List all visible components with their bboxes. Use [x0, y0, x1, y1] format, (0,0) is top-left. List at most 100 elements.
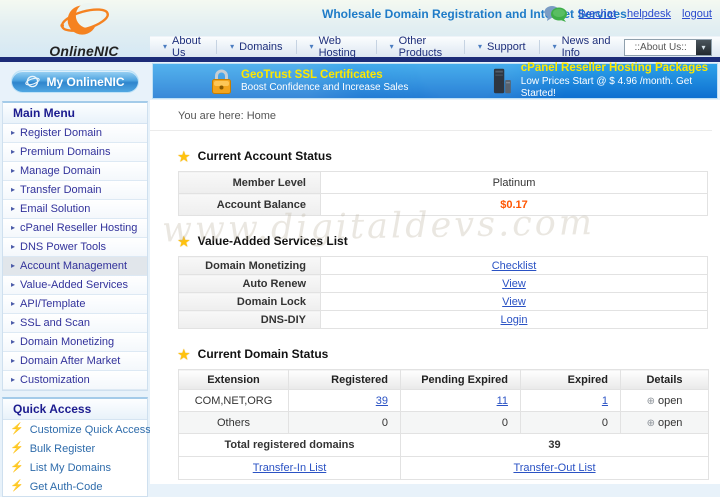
expired-count-link[interactable]: 1	[602, 395, 608, 407]
chevron-down-icon[interactable]: ▾	[696, 40, 711, 55]
nav-item-news[interactable]: ▾ News and Info	[539, 40, 625, 54]
domain-lock-view-link[interactable]: View	[502, 296, 526, 308]
transfer-in-list-link[interactable]: Transfer-In List	[253, 462, 327, 474]
chevron-down-icon: ▾	[553, 43, 557, 51]
main-menu: Main Menu ▸Register Domain ▸Premium Doma…	[2, 101, 148, 391]
geotrust-ssl-banner[interactable]: GeoTrust SSL Certificates Boost Confiden…	[153, 64, 435, 98]
table-row: COM,NET,ORG 39 11 1 ⊕open	[179, 390, 709, 412]
arrow-right-icon: ▸	[11, 205, 15, 213]
sidebar-item-bulk-register[interactable]: ⚡Bulk Register	[3, 439, 147, 458]
logo[interactable]: OnlineNIC	[28, 1, 140, 59]
quick-access: Quick Access ⚡Customize Quick Access ⚡Bu…	[2, 397, 148, 497]
about-us-dropdown[interactable]: ::About Us:: ▾	[624, 39, 712, 56]
top-links: livechat helpdesk logout	[544, 5, 712, 22]
extension-cell: Others	[179, 412, 289, 434]
sidebar-item-register-domain[interactable]: ▸Register Domain	[3, 124, 147, 143]
open-icon: ⊕	[647, 418, 655, 429]
sidebar-item-list-my-domains[interactable]: ⚡List My Domains	[3, 458, 147, 477]
breadcrumb: You are here: Home	[150, 100, 712, 131]
sidebar-item-value-added-services[interactable]: ▸ Value-Added Services	[3, 276, 147, 295]
sidebar-item-label: DNS Power Tools	[20, 241, 106, 253]
chevron-down-icon: ▾	[310, 43, 314, 51]
account-status-heading: ★ Current Account Status	[178, 149, 720, 163]
nav-item-about-us[interactable]: ▾ About Us	[150, 40, 216, 54]
sidebar-item-domain-monetizing[interactable]: ▸Domain Monetizing	[3, 333, 147, 352]
domain-status-table: Extension Registered Pending Expired Exp…	[178, 369, 709, 480]
chevron-down-icon: ▾	[478, 43, 482, 51]
arrow-right-icon: ▸	[11, 186, 15, 194]
server-icon	[493, 67, 512, 95]
sidebar-item-customize-quick-access[interactable]: ⚡Customize Quick Access	[3, 420, 147, 439]
total-row: Total registered domains 39	[179, 434, 709, 457]
sidebar-item-domain-after-market[interactable]: ▸Domain After Market	[3, 352, 147, 371]
row-label: Member Level	[179, 172, 321, 194]
cpanel-hosting-banner[interactable]: cPanel Reseller Hosting Packages Low Pri…	[435, 64, 717, 98]
sidebar-item-label: Value-Added Services	[20, 279, 128, 291]
details-open-button[interactable]: ⊕open	[621, 412, 709, 434]
sidebar: My OnlineNIC Main Menu ▸Register Domain …	[2, 63, 148, 484]
dns-diy-login-link[interactable]: Login	[501, 314, 528, 326]
helpdesk-link[interactable]: helpdesk	[627, 8, 671, 20]
sidebar-item-label: Bulk Register	[30, 443, 95, 455]
livechat-link[interactable]: livechat	[579, 8, 616, 20]
sidebar-item-label: cPanel Reseller Hosting	[20, 222, 137, 234]
pending-expired-count-link[interactable]: 11	[497, 395, 508, 407]
domain-status-heading: ★ Current Domain Status	[178, 347, 720, 361]
sidebar-item-label: Manage Domain	[20, 165, 101, 177]
sidebar-item-premium-domains[interactable]: ▸ Premium Domains	[3, 143, 147, 162]
nav-item-other-products[interactable]: ▾ Other Products	[376, 40, 464, 54]
pending-expired-count: 0	[401, 412, 521, 434]
promo-banner: GeoTrust SSL Certificates Boost Confiden…	[152, 63, 718, 99]
arrow-right-icon: ▸	[11, 281, 15, 289]
col-header-registered: Registered	[289, 370, 401, 390]
arrow-right-icon: ▸	[11, 224, 15, 232]
sidebar-item-customization[interactable]: ▸Customization	[3, 371, 147, 390]
sidebar-item-ssl-and-scan[interactable]: ▸SSL and Scan	[3, 314, 147, 333]
arrow-right-icon: ▸	[11, 148, 15, 156]
checklist-link[interactable]: Checklist	[492, 260, 537, 272]
sidebar-item-label: Customize Quick Access	[30, 424, 151, 436]
flash-icon: ⚡	[10, 481, 24, 492]
chevron-down-icon: ▾	[390, 43, 394, 51]
total-label: Total registered domains	[179, 434, 401, 457]
flash-icon: ⚡	[10, 424, 24, 435]
arrow-right-icon: ▸	[11, 338, 15, 346]
sidebar-item-account-management[interactable]: ▸ Account Management	[3, 257, 147, 276]
sidebar-item-api-template[interactable]: ▸API/Template	[3, 295, 147, 314]
sidebar-item-cpanel-reseller-hosting[interactable]: ▸ cPanel Reseller Hosting	[3, 219, 147, 238]
transfer-out-list-link[interactable]: Transfer-Out List	[513, 462, 595, 474]
row-label: Account Balance	[179, 194, 321, 216]
account-status-table: Member Level Platinum Account Balance $0…	[178, 171, 708, 216]
nav-item-domains[interactable]: ▾ Domains	[216, 40, 295, 54]
sidebar-item-label: Customization	[20, 374, 90, 386]
star-icon: ★	[178, 235, 190, 248]
sidebar-item-dns-power-tools[interactable]: ▸DNS Power Tools	[3, 238, 147, 257]
nav-item-web-hosting[interactable]: ▾ Web Hosting	[296, 40, 376, 54]
registered-count-link[interactable]: 39	[376, 395, 388, 407]
details-open-button[interactable]: ⊕open	[621, 390, 709, 412]
my-onlinenic-button[interactable]: My OnlineNIC	[11, 70, 139, 93]
nav-label: Other Products	[399, 35, 451, 59]
my-onlinenic-label: My OnlineNIC	[46, 75, 124, 89]
open-icon: ⊕	[647, 396, 655, 407]
star-icon: ★	[178, 348, 190, 361]
sidebar-item-label: Get Auth-Code	[30, 481, 103, 493]
sidebar-item-transfer-domain[interactable]: ▸Transfer Domain	[3, 181, 147, 200]
sidebar-item-label: Account Management	[20, 260, 127, 272]
auto-renew-view-link[interactable]: View	[502, 278, 526, 290]
nav-label: Web Hosting	[319, 35, 363, 59]
sidebar-item-label: API/Template	[20, 298, 85, 310]
nav-item-support[interactable]: ▾ Support	[464, 40, 539, 54]
table-row: DNS-DIY Login	[179, 311, 708, 329]
sidebar-item-manage-domain[interactable]: ▸Manage Domain	[3, 162, 147, 181]
arrow-right-icon: ▸	[11, 262, 15, 270]
logout-link[interactable]: logout	[682, 8, 712, 20]
flash-icon: ⚡	[10, 462, 24, 473]
banner-subtitle: Boost Confidence and Increase Sales	[241, 82, 408, 95]
sidebar-item-get-auth-code[interactable]: ⚡ Get Auth-Code	[3, 477, 147, 496]
table-row: Domain Lock View	[179, 293, 708, 311]
banner-text: cPanel Reseller Hosting Packages Low Pri…	[521, 61, 717, 100]
sidebar-item-label: Premium Domains	[20, 146, 110, 158]
sidebar-item-email-solution[interactable]: ▸Email Solution	[3, 200, 147, 219]
arrow-right-icon: ▸	[11, 357, 15, 365]
